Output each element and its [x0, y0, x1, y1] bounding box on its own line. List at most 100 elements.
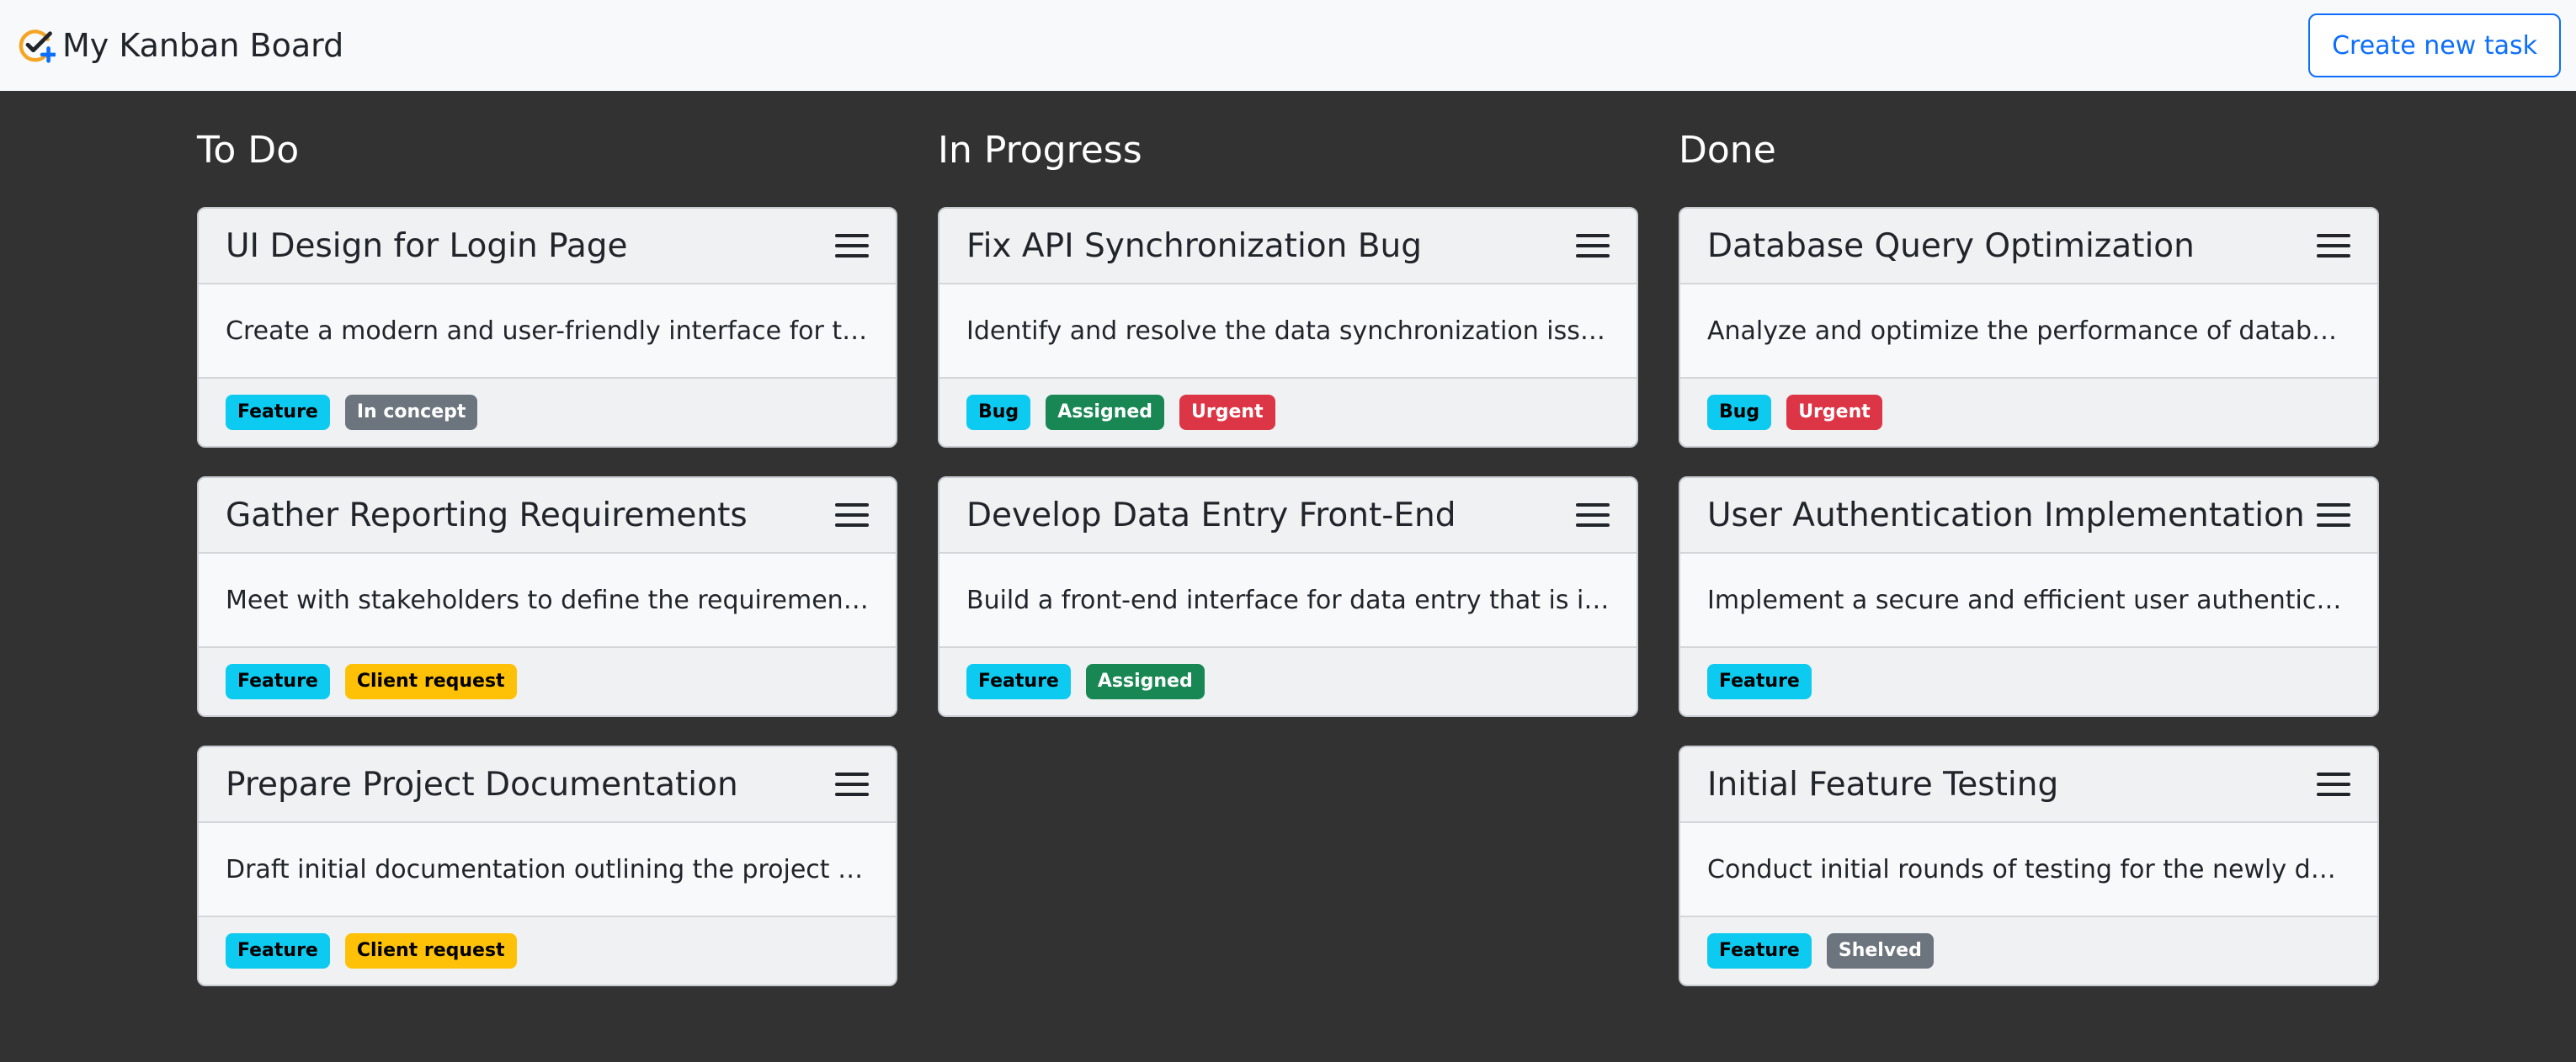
menu-icon-bar: [835, 523, 869, 527]
menu-icon[interactable]: [1576, 502, 1610, 528]
menu-icon-bar: [1576, 523, 1610, 527]
menu-icon[interactable]: [835, 232, 869, 259]
task-card[interactable]: Prepare Project Documentation Draft initi…: [197, 746, 897, 986]
tag-badge: Urgent: [1179, 395, 1275, 430]
task-card[interactable]: Gather Reporting Requirements Meet with s…: [197, 476, 897, 717]
tag-badge: Urgent: [1786, 395, 1882, 430]
card-title: Gather Reporting Requirements: [226, 496, 748, 534]
menu-icon-bar: [2317, 503, 2350, 507]
menu-icon-bar: [1576, 254, 1610, 258]
card-footer: Feature: [1680, 648, 2377, 715]
menu-icon[interactable]: [2317, 502, 2350, 528]
menu-icon-bar: [2317, 523, 2350, 527]
card-body: Identify and resolve the data synchroniz…: [939, 284, 1637, 379]
card-header: UI Design for Login Page: [199, 209, 896, 284]
tag-badge: Feature: [226, 395, 330, 430]
menu-icon-bar: [2317, 254, 2350, 258]
card-footer: Bug Urgent: [1680, 379, 2377, 446]
menu-icon[interactable]: [835, 771, 869, 798]
kanban-board: To Do UI Design for Login Page Create a mo…: [197, 125, 2379, 986]
card-body: Draft initial documentation outlining th…: [199, 823, 896, 917]
menu-icon[interactable]: [1576, 232, 1610, 259]
column-title: Done: [1679, 129, 1776, 172]
task-card[interactable]: Fix API Synchronization Bug Identify and …: [938, 207, 1638, 448]
column-in-progress: In Progress Fix API Synchronization Bug Id…: [938, 125, 1638, 986]
card-list: UI Design for Login Page Create a modern …: [197, 207, 897, 986]
tag-badge: Feature: [226, 664, 330, 699]
task-card[interactable]: Database Query Optimization Analyze and o…: [1679, 207, 2379, 448]
tag-badge: Bug: [1707, 395, 1772, 430]
menu-icon-bar: [835, 793, 869, 796]
menu-icon-bar: [1576, 513, 1610, 517]
app-title: My Kanban Board: [62, 27, 344, 64]
menu-icon-bar: [835, 783, 869, 786]
card-title: UI Design for Login Page: [226, 226, 628, 265]
tag-badge: Feature: [966, 664, 1071, 699]
menu-icon-bar: [835, 513, 869, 517]
menu-icon-bar: [2317, 234, 2350, 237]
menu-icon-bar: [2317, 793, 2350, 796]
create-task-button[interactable]: Create new task: [2308, 13, 2561, 77]
column-to-do: To Do UI Design for Login Page Create a mo…: [197, 125, 897, 986]
task-card[interactable]: UI Design for Login Page Create a modern …: [197, 207, 897, 448]
card-footer: Feature Client request: [199, 648, 896, 715]
card-description: Conduct initial rounds of testing for th…: [1707, 854, 2350, 884]
task-card[interactable]: User Authentication Implementation Implem…: [1679, 476, 2379, 717]
card-header: Initial Feature Testing: [1680, 747, 2377, 823]
card-body: Implement a secure and efficient user au…: [1680, 554, 2377, 648]
tag-badge: Assigned: [1046, 395, 1165, 430]
card-description: Analyze and optimize the performance of …: [1707, 316, 2350, 346]
card-list: Fix API Synchronization Bug Identify and …: [938, 207, 1638, 717]
card-footer: Feature In concept: [199, 379, 896, 446]
card-title: User Authentication Implementation: [1707, 496, 2305, 534]
card-header: Database Query Optimization: [1680, 209, 2377, 284]
card-title: Fix API Synchronization Bug: [966, 226, 1423, 265]
card-list: Database Query Optimization Analyze and o…: [1679, 207, 2379, 986]
menu-icon-bar: [1576, 234, 1610, 237]
card-header: Gather Reporting Requirements: [199, 478, 896, 554]
menu-icon-bar: [2317, 244, 2350, 247]
card-footer: Feature Shelved: [1680, 917, 2377, 985]
card-title: Database Query Optimization: [1707, 226, 2195, 265]
task-card[interactable]: Initial Feature Testing Conduct initial r…: [1679, 746, 2379, 986]
card-description: Draft initial documentation outlining th…: [226, 854, 869, 884]
menu-icon-bar: [1576, 244, 1610, 247]
card-header: User Authentication Implementation: [1680, 478, 2377, 554]
tag-badge: Feature: [1707, 933, 1812, 969]
check-plus-icon: [19, 29, 56, 63]
card-body: Analyze and optimize the performance of …: [1680, 284, 2377, 379]
tag-badge: Shelved: [1826, 933, 1934, 969]
tag-badge: In concept: [344, 395, 478, 430]
card-header: Fix API Synchronization Bug: [939, 209, 1637, 284]
menu-icon-bar: [835, 254, 869, 258]
column-title: In Progress: [938, 129, 1142, 172]
menu-icon-bar: [835, 503, 869, 507]
tag-badge: Feature: [1707, 664, 1812, 699]
card-footer: Feature Client request: [199, 917, 896, 985]
card-title: Develop Data Entry Front-End: [966, 496, 1456, 534]
column-done: Done Database Query Optimization Analyze a…: [1679, 125, 2379, 986]
menu-icon[interactable]: [835, 502, 869, 528]
card-description: Create a modern and user-friendly interf…: [226, 316, 869, 346]
card-description: Meet with stakeholders to define the req…: [226, 585, 869, 615]
card-description: Build a front-end interface for data ent…: [966, 585, 1610, 615]
card-description: Identify and resolve the data synchroniz…: [966, 316, 1610, 346]
menu-icon[interactable]: [2317, 771, 2350, 798]
menu-icon[interactable]: [2317, 232, 2350, 259]
card-footer: Bug Assigned Urgent: [939, 379, 1637, 446]
card-body: Build a front-end interface for data ent…: [939, 554, 1637, 648]
card-body: Meet with stakeholders to define the req…: [199, 554, 896, 648]
card-title: Initial Feature Testing: [1707, 765, 2059, 804]
menu-icon-bar: [835, 244, 869, 247]
card-header: Develop Data Entry Front-End: [939, 478, 1637, 554]
card-title: Prepare Project Documentation: [226, 765, 738, 804]
card-body: Conduct initial rounds of testing for th…: [1680, 823, 2377, 917]
menu-icon-bar: [2317, 783, 2350, 786]
menu-icon-bar: [835, 773, 869, 776]
tag-badge: Client request: [344, 933, 517, 969]
menu-icon-bar: [2317, 513, 2350, 517]
brand[interactable]: My Kanban Board: [17, 26, 343, 65]
task-card[interactable]: Develop Data Entry Front-End Build a fron…: [938, 476, 1638, 717]
navbar: My Kanban Board Create new task: [0, 0, 2576, 91]
tag-badge: Feature: [226, 933, 330, 969]
